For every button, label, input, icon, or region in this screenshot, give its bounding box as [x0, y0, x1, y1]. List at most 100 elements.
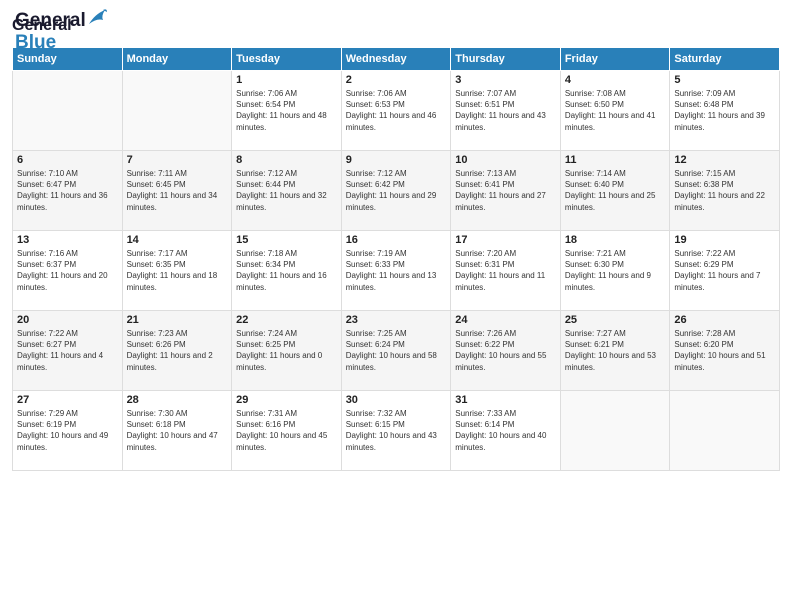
sunrise: Sunrise: 7:12 AM [236, 169, 297, 178]
sunrise: Sunrise: 7:09 AM [674, 89, 735, 98]
sunrise: Sunrise: 7:22 AM [17, 329, 78, 338]
sunrise: Sunrise: 7:07 AM [455, 89, 516, 98]
calendar-cell: 20 Sunrise: 7:22 AM Sunset: 6:27 PM Dayl… [13, 311, 123, 391]
day-number: 1 [236, 74, 337, 86]
calendar-cell: 26 Sunrise: 7:28 AM Sunset: 6:20 PM Dayl… [670, 311, 780, 391]
calendar-cell [560, 391, 670, 471]
cell-info: Sunrise: 7:13 AM Sunset: 6:41 PM Dayligh… [455, 168, 556, 213]
week-row-1: 1 Sunrise: 7:06 AM Sunset: 6:54 PM Dayli… [13, 71, 780, 151]
day-number: 21 [127, 314, 228, 326]
calendar-cell: 27 Sunrise: 7:29 AM Sunset: 6:19 PM Dayl… [13, 391, 123, 471]
day-number: 17 [455, 234, 556, 246]
cell-info: Sunrise: 7:20 AM Sunset: 6:31 PM Dayligh… [455, 248, 556, 293]
sunset: Sunset: 6:33 PM [346, 260, 405, 269]
cell-info: Sunrise: 7:23 AM Sunset: 6:26 PM Dayligh… [127, 328, 228, 373]
cell-info: Sunrise: 7:25 AM Sunset: 6:24 PM Dayligh… [346, 328, 447, 373]
sunset: Sunset: 6:15 PM [346, 420, 405, 429]
sunset: Sunset: 6:25 PM [236, 340, 295, 349]
sunrise: Sunrise: 7:31 AM [236, 409, 297, 418]
sunset: Sunset: 6:19 PM [17, 420, 76, 429]
sunrise: Sunrise: 7:21 AM [565, 249, 626, 258]
cell-info: Sunrise: 7:22 AM Sunset: 6:27 PM Dayligh… [17, 328, 118, 373]
day-number: 14 [127, 234, 228, 246]
cell-info: Sunrise: 7:09 AM Sunset: 6:48 PM Dayligh… [674, 88, 775, 133]
day-number: 31 [455, 394, 556, 406]
sunset: Sunset: 6:50 PM [565, 100, 624, 109]
logo-bird-svg [87, 6, 109, 28]
calendar-cell: 22 Sunrise: 7:24 AM Sunset: 6:25 PM Dayl… [232, 311, 342, 391]
sunrise: Sunrise: 7:32 AM [346, 409, 407, 418]
daylight: Daylight: 11 hours and 4 minutes. [17, 351, 103, 371]
day-number: 10 [455, 154, 556, 166]
daylight: Daylight: 10 hours and 58 minutes. [346, 351, 437, 371]
day-number: 15 [236, 234, 337, 246]
sunset: Sunset: 6:54 PM [236, 100, 295, 109]
day-header-monday: Monday [122, 48, 232, 71]
sunrise: Sunrise: 7:30 AM [127, 409, 188, 418]
calendar-cell: 5 Sunrise: 7:09 AM Sunset: 6:48 PM Dayli… [670, 71, 780, 151]
day-number: 28 [127, 394, 228, 406]
sunset: Sunset: 6:47 PM [17, 180, 76, 189]
day-number: 4 [565, 74, 666, 86]
cell-info: Sunrise: 7:11 AM Sunset: 6:45 PM Dayligh… [127, 168, 228, 213]
cell-info: Sunrise: 7:24 AM Sunset: 6:25 PM Dayligh… [236, 328, 337, 373]
day-number: 12 [674, 154, 775, 166]
daylight: Daylight: 11 hours and 18 minutes. [127, 271, 218, 291]
sunrise: Sunrise: 7:17 AM [127, 249, 188, 258]
day-number: 30 [346, 394, 447, 406]
daylight: Daylight: 11 hours and 48 minutes. [236, 111, 327, 131]
daylight: Daylight: 11 hours and 0 minutes. [236, 351, 322, 371]
daylight: Daylight: 10 hours and 53 minutes. [565, 351, 656, 371]
header-row: SundayMondayTuesdayWednesdayThursdayFrid… [13, 48, 780, 71]
calendar-cell: 12 Sunrise: 7:15 AM Sunset: 6:38 PM Dayl… [670, 151, 780, 231]
sunset: Sunset: 6:30 PM [565, 260, 624, 269]
calendar-cell: 4 Sunrise: 7:08 AM Sunset: 6:50 PM Dayli… [560, 71, 670, 151]
sunset: Sunset: 6:26 PM [127, 340, 186, 349]
sunset: Sunset: 6:42 PM [346, 180, 405, 189]
sunset: Sunset: 6:16 PM [236, 420, 295, 429]
sunset: Sunset: 6:37 PM [17, 260, 76, 269]
daylight: Daylight: 11 hours and 46 minutes. [346, 111, 437, 131]
sunrise: Sunrise: 7:26 AM [455, 329, 516, 338]
calendar-cell: 23 Sunrise: 7:25 AM Sunset: 6:24 PM Dayl… [341, 311, 451, 391]
sunrise: Sunrise: 7:28 AM [674, 329, 735, 338]
sunrise: Sunrise: 7:29 AM [17, 409, 78, 418]
calendar-cell: 9 Sunrise: 7:12 AM Sunset: 6:42 PM Dayli… [341, 151, 451, 231]
day-header-saturday: Saturday [670, 48, 780, 71]
sunset: Sunset: 6:44 PM [236, 180, 295, 189]
sunset: Sunset: 6:48 PM [674, 100, 733, 109]
sunset: Sunset: 6:14 PM [455, 420, 514, 429]
sunrise: Sunrise: 7:15 AM [674, 169, 735, 178]
calendar-cell: 7 Sunrise: 7:11 AM Sunset: 6:45 PM Dayli… [122, 151, 232, 231]
cell-info: Sunrise: 7:06 AM Sunset: 6:53 PM Dayligh… [346, 88, 447, 133]
daylight: Daylight: 11 hours and 29 minutes. [346, 191, 437, 211]
daylight: Daylight: 11 hours and 25 minutes. [565, 191, 656, 211]
sunrise: Sunrise: 7:33 AM [455, 409, 516, 418]
logo-text-blue: Blue [15, 32, 56, 53]
daylight: Daylight: 11 hours and 20 minutes. [17, 271, 108, 291]
day-header-thursday: Thursday [451, 48, 561, 71]
calendar-cell: 6 Sunrise: 7:10 AM Sunset: 6:47 PM Dayli… [13, 151, 123, 231]
sunset: Sunset: 6:35 PM [127, 260, 186, 269]
sunrise: Sunrise: 7:06 AM [236, 89, 297, 98]
sunrise: Sunrise: 7:22 AM [674, 249, 735, 258]
day-number: 18 [565, 234, 666, 246]
day-number: 11 [565, 154, 666, 166]
week-row-3: 13 Sunrise: 7:16 AM Sunset: 6:37 PM Dayl… [13, 231, 780, 311]
sunset: Sunset: 6:31 PM [455, 260, 514, 269]
calendar-cell: 29 Sunrise: 7:31 AM Sunset: 6:16 PM Dayl… [232, 391, 342, 471]
sunrise: Sunrise: 7:18 AM [236, 249, 297, 258]
cell-info: Sunrise: 7:21 AM Sunset: 6:30 PM Dayligh… [565, 248, 666, 293]
daylight: Daylight: 11 hours and 27 minutes. [455, 191, 546, 211]
cell-info: Sunrise: 7:22 AM Sunset: 6:29 PM Dayligh… [674, 248, 775, 293]
sunrise: Sunrise: 7:20 AM [455, 249, 516, 258]
daylight: Daylight: 10 hours and 45 minutes. [236, 431, 327, 451]
sunrise: Sunrise: 7:23 AM [127, 329, 188, 338]
cell-info: Sunrise: 7:19 AM Sunset: 6:33 PM Dayligh… [346, 248, 447, 293]
cell-info: Sunrise: 7:32 AM Sunset: 6:15 PM Dayligh… [346, 408, 447, 453]
cell-info: Sunrise: 7:17 AM Sunset: 6:35 PM Dayligh… [127, 248, 228, 293]
daylight: Daylight: 11 hours and 2 minutes. [127, 351, 213, 371]
sunrise: Sunrise: 7:14 AM [565, 169, 626, 178]
sunrise: Sunrise: 7:13 AM [455, 169, 516, 178]
daylight: Daylight: 10 hours and 47 minutes. [127, 431, 218, 451]
